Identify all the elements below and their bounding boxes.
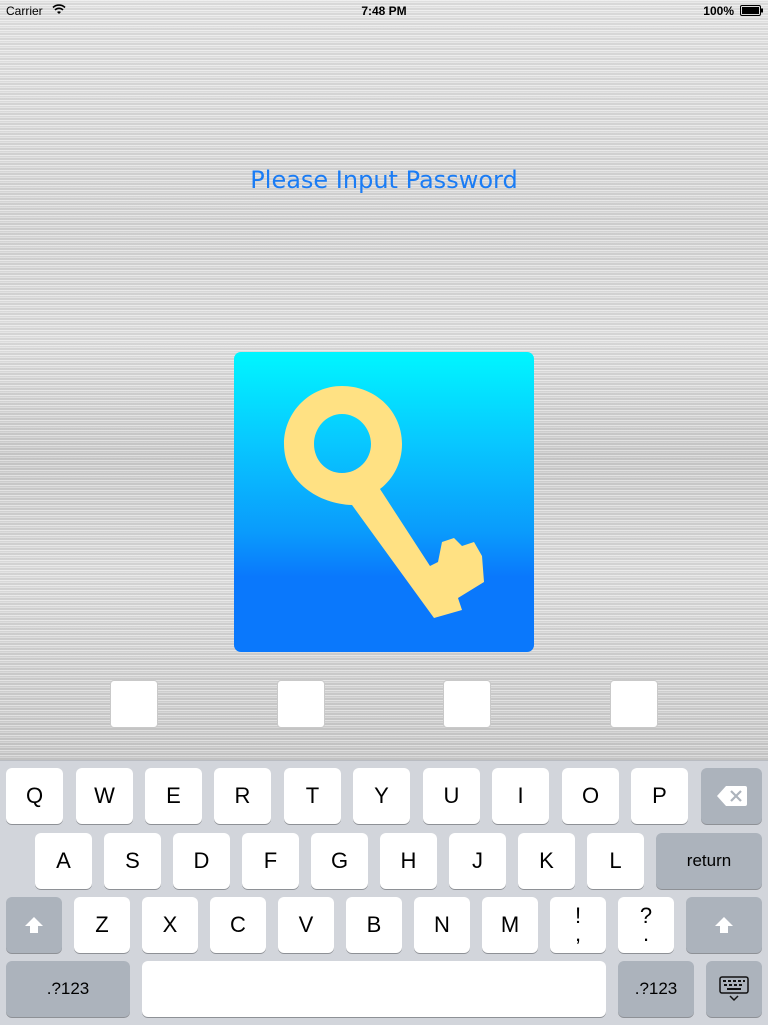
backspace-icon xyxy=(716,786,747,806)
key-exclaim-comma[interactable]: ! , xyxy=(550,897,606,953)
return-key[interactable]: return xyxy=(656,833,762,889)
pin-slot-2[interactable] xyxy=(277,680,325,728)
shift-key-left[interactable] xyxy=(6,897,62,953)
clock: 7:48 PM xyxy=(361,4,407,18)
space-key[interactable] xyxy=(142,961,606,1017)
key-b[interactable]: B xyxy=(346,897,402,953)
key-x[interactable]: X xyxy=(142,897,198,953)
key-l[interactable]: L xyxy=(587,833,644,889)
key-t[interactable]: T xyxy=(284,768,341,824)
key-icon xyxy=(284,386,484,618)
keyboard-hide-icon xyxy=(719,976,749,1002)
key-y[interactable]: Y xyxy=(353,768,410,824)
shift-icon xyxy=(25,917,43,933)
key-n[interactable]: N xyxy=(414,897,470,953)
key-z[interactable]: Z xyxy=(74,897,130,953)
key-j[interactable]: J xyxy=(449,833,506,889)
key-question-period[interactable]: ? . xyxy=(618,897,674,953)
key-s[interactable]: S xyxy=(104,833,161,889)
numbers-key-left[interactable]: .?123 xyxy=(6,961,130,1017)
key-u[interactable]: U xyxy=(423,768,480,824)
key-f[interactable]: F xyxy=(242,833,299,889)
key-g[interactable]: G xyxy=(311,833,368,889)
key-k[interactable]: K xyxy=(518,833,575,889)
shift-key-right[interactable] xyxy=(686,897,762,953)
key-h[interactable]: H xyxy=(380,833,437,889)
battery-percent: 100% xyxy=(703,4,734,18)
status-bar: Carrier 7:48 PM 100% xyxy=(0,0,768,22)
key-q[interactable]: Q xyxy=(6,768,63,824)
backspace-key[interactable] xyxy=(701,768,762,824)
numbers-key-right[interactable]: .?123 xyxy=(618,961,694,1017)
key-app-icon xyxy=(234,352,534,652)
key-v[interactable]: V xyxy=(278,897,334,953)
pin-slot-4[interactable] xyxy=(610,680,658,728)
key-r[interactable]: R xyxy=(214,768,271,824)
password-prompt: Please Input Password xyxy=(250,166,518,194)
key-p[interactable]: P xyxy=(631,768,688,824)
shift-icon xyxy=(715,917,733,933)
battery-icon xyxy=(740,5,763,16)
hide-keyboard-key[interactable] xyxy=(706,961,762,1017)
key-e[interactable]: E xyxy=(145,768,202,824)
onscreen-keyboard: Q W E R T Y U I O P A S D F G H J K L re… xyxy=(0,760,768,1025)
key-c[interactable]: C xyxy=(210,897,266,953)
pin-slot-3[interactable] xyxy=(443,680,491,728)
pin-slot-1[interactable] xyxy=(110,680,158,728)
key-w[interactable]: W xyxy=(76,768,133,824)
key-d[interactable]: D xyxy=(173,833,230,889)
key-a[interactable]: A xyxy=(35,833,92,889)
key-i[interactable]: I xyxy=(492,768,549,824)
key-m[interactable]: M xyxy=(482,897,538,953)
key-o[interactable]: O xyxy=(562,768,619,824)
